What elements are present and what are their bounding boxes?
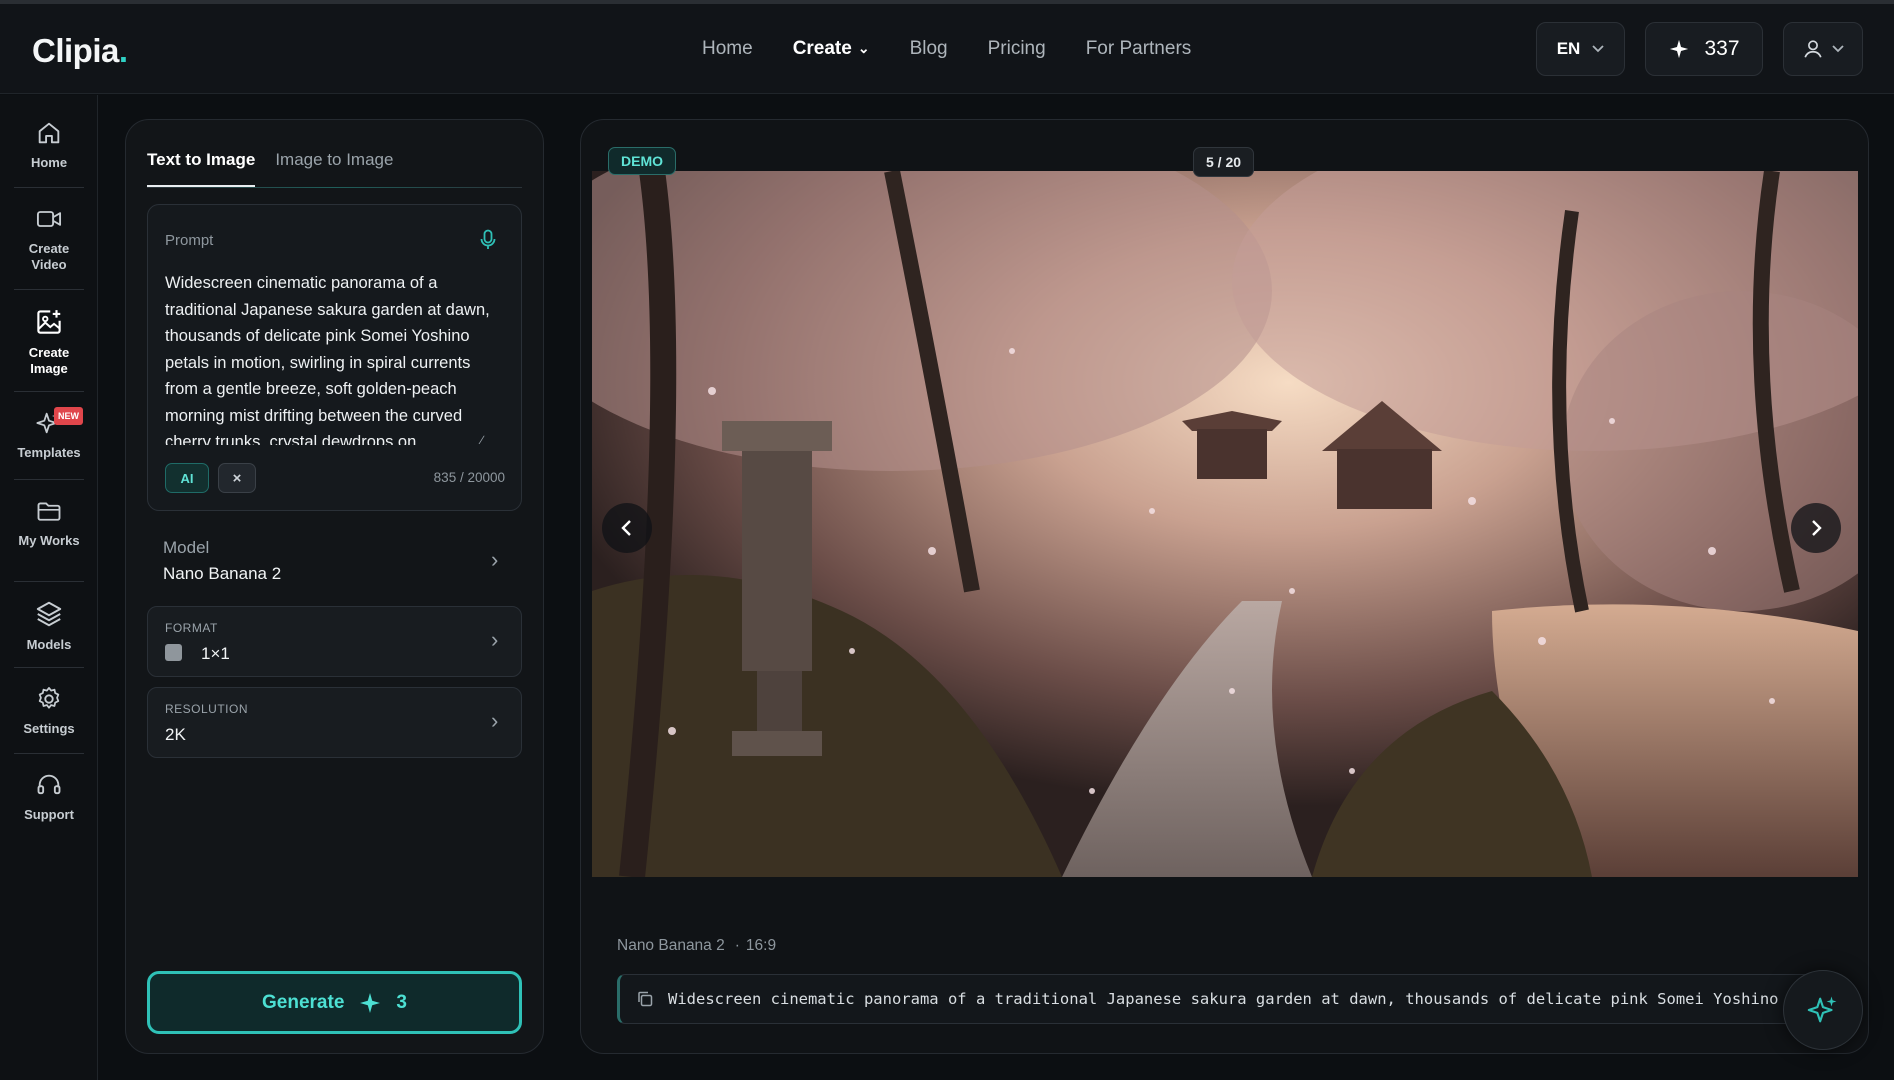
sparkle-icon — [1670, 39, 1689, 59]
main-nav: Home Create ⌄ Blog Pricing For Partners — [702, 38, 1191, 60]
logo[interactable]: Clipia. — [32, 32, 128, 70]
previous-image-button[interactable] — [602, 503, 652, 553]
credits-button[interactable]: 337 — [1645, 22, 1763, 76]
folder-icon — [37, 502, 61, 521]
nav-pricing[interactable]: Pricing — [988, 38, 1046, 60]
sidebar-item-support[interactable]: Support — [12, 771, 86, 823]
chevron-down-icon — [1832, 45, 1844, 53]
resize-handle-icon[interactable]: ∕ — [481, 433, 483, 447]
generate-cost: 3 — [396, 991, 407, 1013]
sparkles-icon — [1807, 996, 1837, 1023]
generate-label: Generate — [262, 991, 345, 1013]
clear-prompt-button[interactable]: × — [218, 463, 256, 493]
sakura-garden-image — [592, 171, 1858, 877]
model-label: Model — [163, 538, 210, 557]
sidebar-divider — [14, 667, 84, 668]
layers-icon — [36, 601, 62, 627]
chevron-left-icon — [621, 520, 631, 536]
generation-panel: Text to Image Image to Image Prompt Wide… — [125, 119, 544, 1054]
language-selector[interactable]: EN — [1536, 22, 1625, 76]
prompt-box: Prompt Widescreen cinematic panorama of … — [147, 204, 522, 511]
sidebar-item-templates[interactable]: NEW Templates — [12, 407, 86, 461]
character-count: 835 / 20000 — [433, 470, 505, 485]
tab-image-to-image[interactable]: Image to Image — [275, 150, 393, 188]
language-code: EN — [1556, 39, 1581, 58]
chevron-right-icon — [1812, 520, 1822, 536]
aspect-square-icon — [165, 644, 182, 661]
user-menu-button[interactable] — [1783, 22, 1863, 76]
tab-underline — [147, 187, 522, 188]
prompt-label: Prompt — [165, 232, 214, 249]
prompt-preview-text: Widescreen cinematic panorama of a tradi… — [668, 990, 1818, 1008]
sidebar-item-create-video[interactable]: Create Video — [12, 205, 86, 273]
chevron-down-icon: ⌄ — [857, 40, 870, 56]
model-selector[interactable]: Model Nano Banana 2 — [163, 538, 523, 584]
headset-icon — [37, 774, 61, 795]
sidebar-divider — [14, 187, 84, 188]
image-pager: 5 / 20 — [1193, 147, 1255, 177]
image-meta: Nano Banana 2 · 16:9 — [617, 937, 776, 955]
resolution-value: 2K — [165, 725, 186, 744]
sparkle-icon — [360, 992, 381, 1013]
resolution-selector[interactable]: RESOLUTION 2K › — [147, 687, 522, 758]
meta-separator: · — [734, 937, 740, 954]
generate-button[interactable]: Generate 3 — [147, 971, 522, 1034]
image-plus-icon — [37, 310, 61, 334]
prompt-textarea[interactable]: Widescreen cinematic panorama of a tradi… — [165, 270, 505, 445]
microphone-icon[interactable] — [479, 229, 497, 251]
resolution-label: RESOLUTION — [165, 702, 249, 716]
meta-ratio: 16:9 — [745, 937, 777, 954]
nav-blog[interactable]: Blog — [910, 38, 948, 60]
chevron-down-icon — [1592, 45, 1604, 53]
meta-model: Nano Banana 2 — [617, 937, 725, 954]
next-image-button[interactable] — [1791, 503, 1841, 553]
sidebar-divider — [14, 581, 84, 582]
new-badge: NEW — [54, 407, 83, 425]
sidebar-item-home[interactable]: Home — [12, 119, 86, 171]
assistant-fab[interactable] — [1783, 970, 1863, 1050]
prompt-preview-bar[interactable]: Widescreen cinematic panorama of a tradi… — [617, 974, 1837, 1024]
sidebar-item-settings[interactable]: Settings — [12, 685, 86, 737]
credits-count: 337 — [1704, 37, 1740, 60]
image-viewer: DEMO 5 / 20 Nano Banana 2 · 16:9 Widescr… — [580, 119, 1869, 1054]
sidebar-divider — [14, 289, 84, 290]
video-camera-icon — [36, 211, 62, 227]
nav-create[interactable]: Create ⌄ — [793, 38, 870, 60]
tab-text-to-image[interactable]: Text to Image — [147, 150, 256, 188]
sidebar-divider — [14, 753, 84, 754]
mode-tabs: Text to Image Image to Image — [147, 150, 393, 188]
demo-badge: DEMO — [608, 147, 676, 175]
user-icon — [1804, 40, 1822, 58]
gear-icon — [38, 687, 60, 709]
sidebar-divider — [14, 391, 84, 392]
nav-home[interactable]: Home — [702, 38, 753, 60]
sidebar-item-models[interactable]: Models — [12, 599, 86, 653]
home-icon — [38, 122, 60, 144]
sidebar: Home Create Video Create Image NEW Templ… — [0, 95, 98, 1080]
ai-enhance-button[interactable]: AI — [165, 463, 209, 493]
chevron-right-icon: › — [491, 627, 499, 652]
copy-icon[interactable] — [636, 990, 654, 1008]
format-selector[interactable]: FORMAT 1×1 › — [147, 606, 522, 677]
chevron-right-icon: › — [491, 547, 499, 572]
format-value: 1×1 — [201, 644, 230, 663]
sidebar-divider — [14, 479, 84, 480]
format-label: FORMAT — [165, 621, 218, 635]
nav-for-partners[interactable]: For Partners — [1086, 38, 1192, 60]
top-header: Clipia. Home Create ⌄ Blog Pricing For Pa… — [0, 4, 1894, 94]
sidebar-item-my-works[interactable]: My Works — [12, 497, 86, 549]
sidebar-item-create-image[interactable]: Create Image — [12, 307, 86, 377]
chevron-right-icon: › — [491, 708, 499, 733]
model-value: Nano Banana 2 — [163, 564, 282, 583]
generated-image[interactable] — [592, 171, 1858, 877]
